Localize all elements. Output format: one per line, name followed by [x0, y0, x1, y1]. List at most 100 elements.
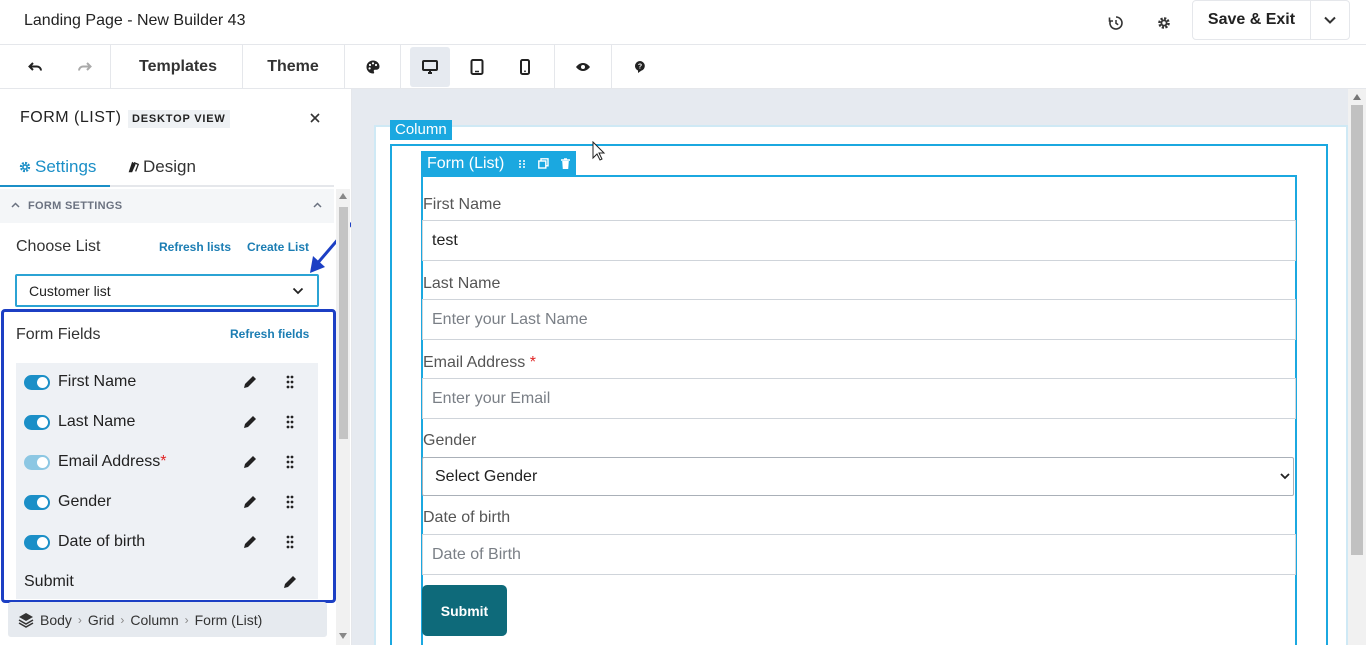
tab-settings-label: Settings — [35, 157, 97, 176]
toolbar-divider — [110, 45, 111, 89]
field-toggle[interactable] — [24, 415, 50, 430]
panel-tabs: Settings Design — [0, 147, 334, 187]
drag-handle-icon[interactable] — [282, 494, 298, 510]
list-item: Last Name — [16, 403, 318, 443]
tablet-view-icon[interactable] — [464, 45, 490, 89]
chevron-up-icon[interactable] — [313, 202, 322, 208]
breadcrumb-form[interactable]: Form (List) — [195, 612, 263, 628]
preview-eye-icon[interactable] — [570, 45, 596, 89]
templates-button[interactable]: Templates — [124, 45, 232, 89]
move-handle-icon[interactable] — [518, 159, 526, 169]
form-settings-header[interactable]: FORM SETTINGS — [0, 189, 334, 223]
tab-design-label: Design — [143, 157, 196, 176]
refresh-fields-link[interactable]: Refresh fields — [230, 327, 309, 341]
field-name: Gender — [58, 493, 112, 510]
breadcrumb: Body › Grid › Column › Form (List) — [8, 602, 327, 637]
toolbar-divider — [554, 45, 555, 89]
trash-icon[interactable] — [561, 158, 571, 169]
tab-design[interactable]: Design — [126, 157, 196, 177]
submit-button[interactable]: Submit — [422, 585, 507, 636]
last-name-label: Last Name — [423, 275, 501, 292]
close-icon[interactable] — [306, 109, 324, 127]
list-item: Email Address* — [16, 443, 318, 483]
field-toggle[interactable] — [24, 375, 50, 390]
pencil-icon[interactable] — [242, 374, 258, 390]
last-name-input[interactable]: Enter your Last Name — [422, 299, 1296, 340]
pencil-icon[interactable] — [242, 494, 258, 510]
drag-handle-icon[interactable] — [282, 454, 298, 470]
list-select[interactable]: Customer list — [15, 274, 319, 307]
email-label: Email Address * — [423, 354, 536, 371]
field-name: First Name — [58, 373, 137, 390]
undo-icon[interactable] — [24, 45, 48, 89]
column-label[interactable]: Column — [390, 120, 452, 140]
dob-label: Date of birth — [423, 509, 511, 526]
toolbar-divider — [344, 45, 345, 89]
mouse-cursor-icon — [592, 141, 606, 161]
save-exit-button[interactable]: Save & Exit — [1193, 1, 1311, 39]
breadcrumb-grid[interactable]: Grid — [88, 612, 114, 628]
field-list: First Name Last Name Email Address* Gend… — [16, 363, 318, 599]
theme-button[interactable]: Theme — [252, 45, 334, 89]
gender-select-value: Select Gender — [435, 467, 538, 485]
field-name: Email Address* — [58, 453, 167, 470]
canvas-scrollbar[interactable] — [1348, 89, 1366, 645]
save-button-group: Save & Exit — [1192, 0, 1350, 40]
drag-handle-icon[interactable] — [282, 374, 298, 390]
pencil-icon[interactable] — [242, 454, 258, 470]
gender-label: Gender — [423, 432, 477, 449]
refresh-lists-link[interactable]: Refresh lists — [159, 240, 231, 254]
first-name-input[interactable]: test — [422, 220, 1296, 261]
gear-icon — [19, 161, 31, 173]
chevron-down-icon[interactable] — [1311, 1, 1349, 39]
desktop-view-icon[interactable] — [410, 47, 450, 87]
create-list-link[interactable]: Create List — [247, 240, 309, 254]
redo-icon[interactable] — [72, 45, 96, 89]
toolbar-divider — [400, 45, 401, 89]
pencil-icon[interactable] — [242, 414, 258, 430]
scroll-thumb[interactable] — [1351, 105, 1363, 555]
section-title: FORM SETTINGS — [28, 200, 123, 212]
panel-title: FORM (LIST) — [20, 109, 122, 126]
field-toggle[interactable] — [24, 535, 50, 550]
toolbar-divider — [611, 45, 612, 89]
email-input[interactable]: Enter your Email — [422, 378, 1296, 419]
list-select-value: Customer list — [29, 283, 111, 299]
chevron-right-icon: › — [184, 612, 189, 627]
drag-handle-icon[interactable] — [282, 534, 298, 550]
view-badge: DESKTOP VIEW — [128, 110, 230, 128]
field-name: Date of birth — [58, 533, 146, 550]
breadcrumb-body[interactable]: Body — [40, 612, 72, 628]
tab-settings[interactable]: Settings — [18, 157, 96, 177]
submit-row: Submit — [16, 563, 318, 603]
drag-handle-icon[interactable] — [282, 414, 298, 430]
list-item: Date of birth — [16, 523, 318, 563]
gear-icon[interactable] — [1152, 11, 1176, 35]
page-title: Landing Page - New Builder 43 — [24, 12, 246, 29]
editor-canvas: Column Form (List) First Name test Last … — [352, 89, 1366, 645]
settings-panel: FORM (LIST) DESKTOP VIEW Settings Design… — [0, 89, 352, 645]
palette-icon[interactable] — [360, 45, 386, 89]
help-icon[interactable]: ? — [627, 45, 653, 89]
gender-select[interactable]: Select Gender — [422, 457, 1294, 496]
scroll-up-icon[interactable] — [339, 193, 347, 199]
toolbar-divider — [242, 45, 243, 89]
field-toggle[interactable] — [24, 495, 50, 510]
chevron-up-icon — [11, 202, 20, 208]
dob-input[interactable]: Date of Birth — [422, 534, 1296, 575]
chevron-down-icon — [292, 287, 304, 295]
pencil-icon[interactable] — [242, 534, 258, 550]
breadcrumb-column[interactable]: Column — [130, 612, 178, 628]
scroll-down-icon[interactable] — [339, 633, 347, 639]
mobile-view-icon[interactable] — [512, 45, 538, 89]
pencil-icon[interactable] — [282, 574, 298, 590]
top-bar: Landing Page - New Builder 43 Save & Exi… — [0, 0, 1366, 45]
chevron-right-icon: › — [120, 612, 125, 627]
panel-scrollbar[interactable] — [336, 189, 350, 645]
scroll-thumb[interactable] — [339, 207, 348, 439]
scroll-up-icon[interactable] — [1353, 94, 1361, 100]
submit-label: Submit — [24, 573, 74, 590]
duplicate-icon[interactable] — [538, 158, 550, 169]
history-icon[interactable] — [1104, 11, 1128, 35]
list-item: Gender — [16, 483, 318, 523]
